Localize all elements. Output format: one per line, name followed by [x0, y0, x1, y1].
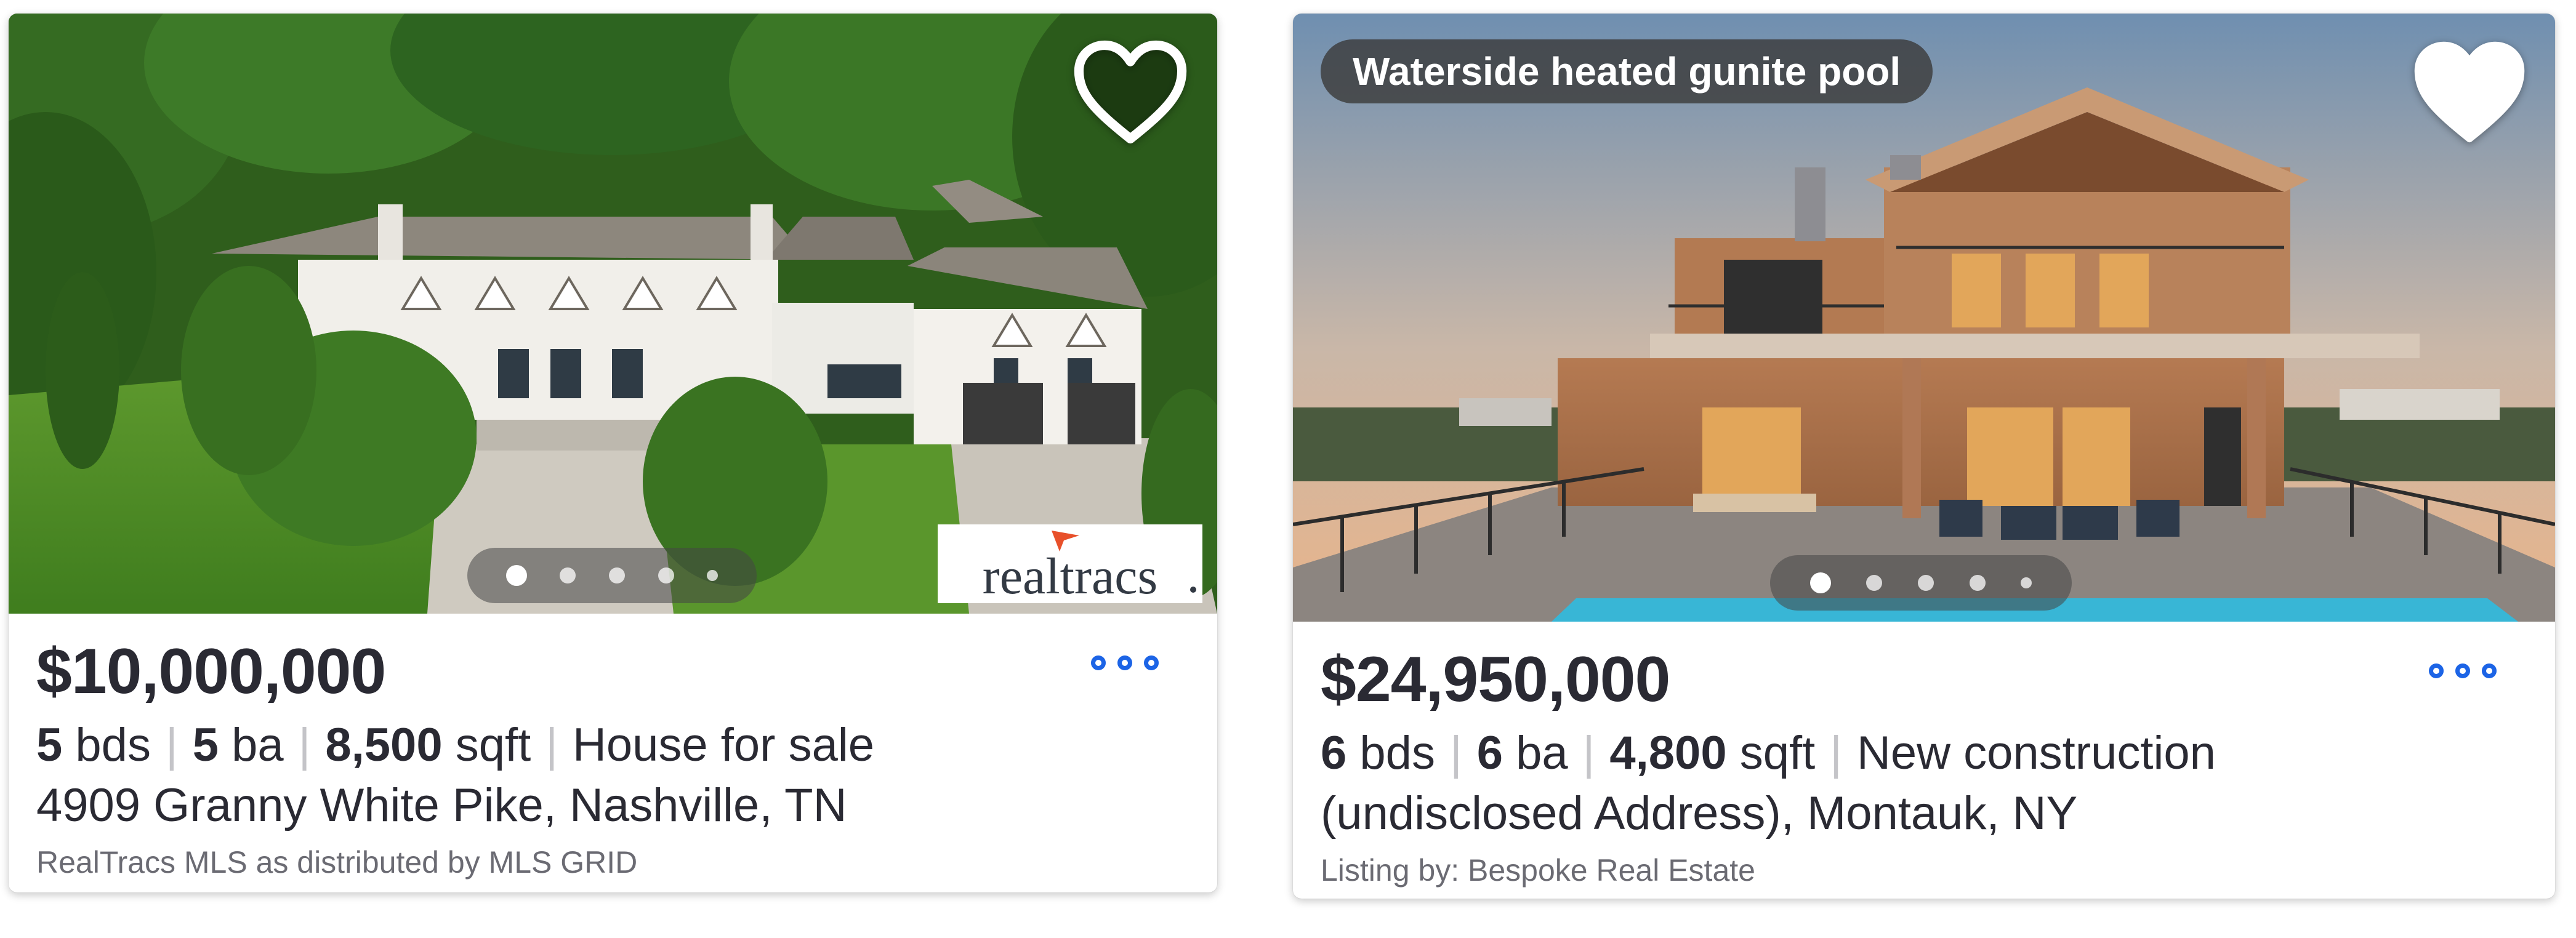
baths-count: 6 [1476, 727, 1503, 779]
house-photo-image [9, 14, 1217, 614]
fact-divider: | [1449, 727, 1462, 779]
more-options-button[interactable] [1091, 651, 1159, 675]
listing-price: $24,950,000 [1321, 644, 1670, 715]
beds-unit: bds [75, 719, 151, 771]
fact-divider: | [165, 719, 178, 771]
baths-count: 5 [192, 719, 219, 771]
save-favorite-button[interactable] [1072, 38, 1189, 146]
listing-photo[interactable]: Waterside heated gunite pool [1293, 14, 2555, 622]
listing-address[interactable]: 4909 Granny White Pike, Nashville, TN [36, 779, 847, 832]
sqft-value: 4,800 [1609, 727, 1727, 779]
listing-photo[interactable]: realtracs [9, 14, 1217, 614]
listing-attribution: RealTracs MLS as distributed by MLS GRID [36, 845, 638, 880]
more-options-icon [1091, 655, 1106, 670]
baths-unit: ba [231, 719, 284, 771]
carousel-dot[interactable] [1969, 575, 1986, 591]
sqft-unit: sqft [1739, 727, 1816, 779]
carousel-dot[interactable] [2021, 577, 2032, 588]
baths-unit: ba [1516, 727, 1568, 779]
fact-divider: | [1830, 727, 1842, 779]
listing-price: $10,000,000 [36, 636, 386, 707]
fact-divider: | [298, 719, 311, 771]
more-options-icon [1117, 655, 1132, 670]
carousel-dot[interactable] [1917, 575, 1934, 591]
save-favorite-button[interactable] [2411, 38, 2528, 146]
more-options-icon [2429, 663, 2444, 678]
listing-highlight-badge: Waterside heated gunite pool [1321, 39, 1933, 103]
photo-carousel-indicator[interactable] [467, 548, 757, 603]
beds-count: 6 [1321, 727, 1347, 779]
carousel-dot[interactable] [505, 565, 527, 586]
sqft-unit: sqft [455, 719, 531, 771]
beds-unit: bds [1359, 727, 1435, 779]
more-options-icon [2455, 663, 2470, 678]
carousel-dot[interactable] [707, 570, 718, 581]
listing-card[interactable]: realtracs $10,000,000 5 bds | 5 ba | 8,500 s… [9, 14, 1217, 892]
house-photo-image [1293, 14, 2555, 622]
beds-count: 5 [36, 719, 63, 771]
carousel-dot[interactable] [658, 567, 674, 583]
listing-status: New construction [1856, 727, 2216, 779]
carousel-dot[interactable] [560, 567, 576, 583]
broker-logo: realtracs [938, 524, 1202, 603]
carousel-dot[interactable] [1809, 572, 1831, 593]
fact-divider: | [545, 719, 558, 771]
listing-status: House for sale [572, 719, 874, 771]
broker-logo-text: realtracs [983, 548, 1157, 603]
fact-divider: | [1582, 727, 1595, 779]
carousel-dot[interactable] [1866, 575, 1883, 591]
listing-address[interactable]: (undisclosed Address), Montauk, NY [1321, 787, 2077, 840]
sqft-value: 8,500 [325, 719, 443, 771]
more-options-button[interactable] [2429, 659, 2497, 683]
heart-icon [2414, 41, 2525, 143]
listing-attribution: Listing by: Bespoke Real Estate [1321, 853, 1755, 888]
photo-carousel-indicator[interactable] [1770, 555, 2072, 611]
listing-facts: 5 bds | 5 ba | 8,500 sqft | House for sale [36, 718, 874, 772]
more-options-icon [1144, 655, 1159, 670]
listing-facts: 6 bds | 6 ba | 4,800 sqft | New construction [1321, 726, 2216, 780]
heart-icon [1074, 40, 1187, 144]
more-options-icon [2482, 663, 2497, 678]
carousel-dot[interactable] [608, 567, 625, 583]
listing-card[interactable]: Waterside heated gunite pool $24,950,000… [1293, 14, 2555, 899]
